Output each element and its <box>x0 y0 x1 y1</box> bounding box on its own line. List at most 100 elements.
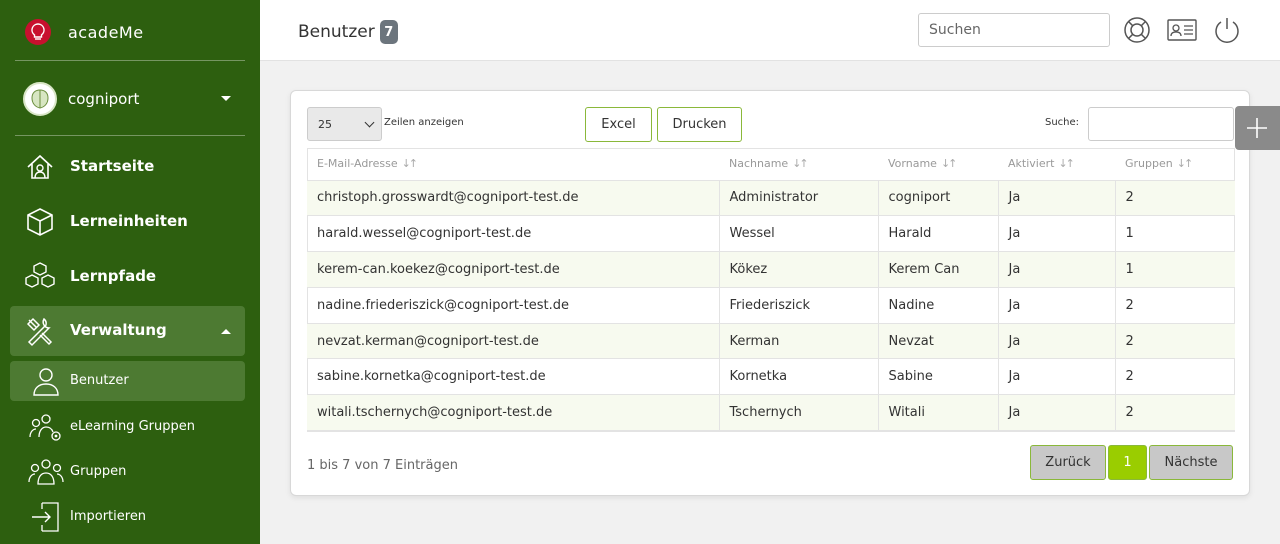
subnav-importieren[interactable]: Importieren <box>10 497 245 537</box>
chevron-up-icon <box>221 329 231 334</box>
table-row[interactable]: sabine.kornetka@cogniport-test.de Kornetk… <box>307 358 1235 396</box>
user-count-badge: 7 <box>379 20 398 44</box>
cell-gruppen: 2 <box>1115 180 1235 217</box>
app-name: acadeMe <box>68 22 144 42</box>
id-card-icon[interactable] <box>1166 15 1198 45</box>
cell-gruppen: 2 <box>1115 323 1235 360</box>
subnav-label: Gruppen <box>70 464 127 479</box>
nav-label: Startseite <box>70 157 155 175</box>
subnav-label: Importieren <box>70 509 147 524</box>
table-search-label: Suche: <box>1045 117 1080 128</box>
subnav-elearning-gruppen[interactable]: eLearning Gruppen <box>10 407 245 447</box>
cell-aktiviert: Ja <box>998 287 1116 324</box>
lifebuoy-help-icon[interactable] <box>1122 15 1152 45</box>
nav-lerneinheiten[interactable]: Lerneinheiten <box>10 197 245 247</box>
chevron-down-icon <box>364 117 375 128</box>
next-page-button[interactable]: Nächste <box>1149 445 1233 480</box>
cell-email: nadine.friederiszick@cogniport-test.de <box>307 287 720 324</box>
rows-label: Zeilen anzeigen <box>384 117 464 128</box>
cell-nachname: Kerman <box>719 323 879 360</box>
cell-nachname: Friederiszick <box>719 287 879 324</box>
cell-aktiviert: Ja <box>998 215 1116 253</box>
pagination-info: 1 bis 7 von 7 Einträgen <box>307 458 458 473</box>
cell-email: harald.wessel@cogniport-test.de <box>307 215 720 253</box>
sort-icon: ↓↑ <box>792 157 809 171</box>
table-row[interactable]: christoph.grosswardt@cogniport-test.de Ad… <box>307 180 1235 217</box>
cell-vorname: Harald <box>878 215 999 253</box>
table-row[interactable]: nevzat.kerman@cogniport-test.de Kerman Nev… <box>307 323 1235 360</box>
divider <box>15 60 245 61</box>
nav-verwaltung[interactable]: Verwaltung <box>10 306 245 356</box>
nav-lernpfade[interactable]: Lernpfade <box>10 252 245 302</box>
nav-label: Verwaltung <box>70 321 167 339</box>
users-card: 25 Zeilen anzeigen Excel Drucken Suche: … <box>290 90 1250 496</box>
table-row[interactable]: nadine.friederiszick@cogniport-test.de Fr… <box>307 287 1235 324</box>
user-icon <box>33 368 59 396</box>
table-row[interactable]: kerem-can.koekez@cogniport-test.de Kökez K… <box>307 251 1235 288</box>
power-logout-icon[interactable] <box>1212 15 1242 45</box>
group-settings-icon <box>29 414 61 441</box>
print-button[interactable]: Drucken <box>657 107 742 142</box>
column-header-aktiviert[interactable]: Aktiviert ↓↑ <box>998 148 1115 181</box>
plus-icon <box>1247 118 1267 138</box>
tools-icon <box>26 317 53 347</box>
cell-aktiviert: Ja <box>998 323 1116 360</box>
column-header-gruppen[interactable]: Gruppen ↓↑ <box>1115 148 1235 181</box>
table-search-input[interactable] <box>1088 107 1234 141</box>
subnav-label: Benutzer <box>70 373 129 388</box>
page-size-select[interactable]: 25 <box>307 107 382 141</box>
prev-page-button[interactable]: Zurück <box>1030 445 1106 480</box>
cell-nachname: Administrator <box>719 180 879 217</box>
subnav-gruppen[interactable]: Gruppen <box>10 452 245 492</box>
org-name: cogniport <box>68 90 140 108</box>
add-user-button[interactable] <box>1235 106 1280 150</box>
subnav-benutzer[interactable]: Benutzer <box>10 361 245 401</box>
page-size-value: 25 <box>318 117 332 131</box>
table-row[interactable]: harald.wessel@cogniport-test.de Wessel Har… <box>307 215 1235 253</box>
excel-button[interactable]: Excel <box>585 107 652 142</box>
sidebar: acadeMe cogniport Startseite Lerneinheit… <box>0 0 260 544</box>
column-header-nachname[interactable]: Nachname ↓↑ <box>719 148 878 181</box>
column-header-email[interactable]: E-Mail-Adresse ↓↑ <box>307 148 719 181</box>
nav-startseite[interactable]: Startseite <box>10 142 245 192</box>
cell-nachname: Kornetka <box>719 358 879 396</box>
org-logo-icon <box>23 82 57 116</box>
import-icon <box>32 502 59 532</box>
table-header-row: E-Mail-Adresse ↓↑ Nachname ↓↑ Vorname ↓↑ Ak… <box>307 148 1235 181</box>
cell-nachname: Tschernych <box>719 394 879 432</box>
page-1-button[interactable]: 1 <box>1108 445 1147 480</box>
org-switcher[interactable]: cogniport <box>23 82 245 116</box>
cell-vorname: Nadine <box>878 287 999 324</box>
column-header-vorname[interactable]: Vorname ↓↑ <box>878 148 998 181</box>
chevron-down-icon <box>221 96 231 101</box>
divider <box>15 135 245 136</box>
cell-gruppen: 2 <box>1115 394 1235 432</box>
header-search-input[interactable] <box>918 13 1110 47</box>
cell-gruppen: 2 <box>1115 287 1235 324</box>
sort-icon: ↓↑ <box>401 157 419 171</box>
cell-aktiviert: Ja <box>998 394 1116 432</box>
cell-aktiviert: Ja <box>998 358 1116 396</box>
cell-aktiviert: Ja <box>998 251 1116 288</box>
cell-vorname: cogniport <box>878 180 999 217</box>
nav-label: Lerneinheiten <box>70 212 188 230</box>
cell-email: witali.tschernych@cogniport-test.de <box>307 394 720 432</box>
users-table: E-Mail-Adresse ↓↑ Nachname ↓↑ Vorname ↓↑ Ak… <box>307 148 1235 432</box>
cell-email: nevzat.kerman@cogniport-test.de <box>307 323 720 360</box>
brand[interactable]: acadeMe <box>25 19 144 45</box>
cell-nachname: Kökez <box>719 251 879 288</box>
home-icon <box>27 154 53 179</box>
cell-aktiviert: Ja <box>998 180 1116 217</box>
cell-gruppen: 2 <box>1115 358 1235 396</box>
table-row[interactable]: witali.tschernych@cogniport-test.de Tsche… <box>307 394 1235 432</box>
page-title: Benutzer 7 <box>298 20 398 44</box>
cell-vorname: Kerem Can <box>878 251 999 288</box>
cube-icon <box>27 208 53 236</box>
cubes-icon <box>25 262 55 288</box>
page-title-text: Benutzer <box>298 22 375 42</box>
cell-vorname: Witali <box>878 394 999 432</box>
sort-icon: ↓↑ <box>1176 157 1194 171</box>
cell-nachname: Wessel <box>719 215 879 253</box>
cell-gruppen: 1 <box>1115 251 1235 288</box>
top-header: Benutzer 7 <box>260 0 1280 61</box>
